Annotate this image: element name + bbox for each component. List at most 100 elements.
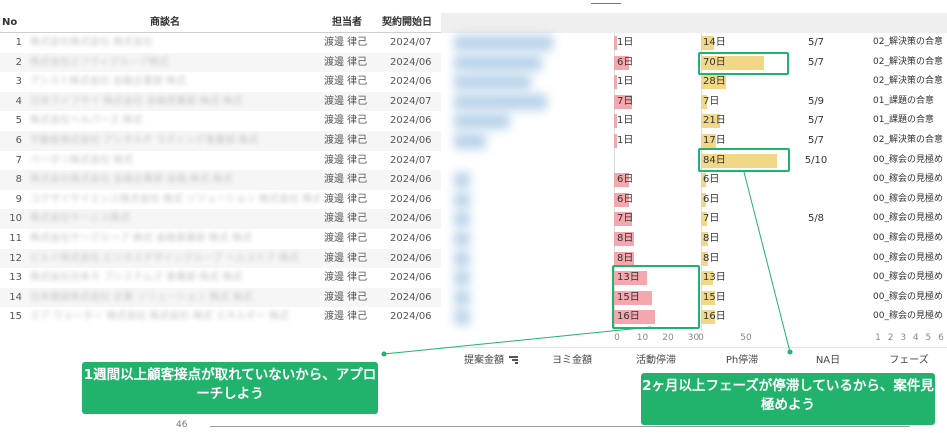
- phase-label: 01_課題の合意: [873, 115, 934, 126]
- phase-label: 00_稼会の見極め: [873, 291, 943, 302]
- activity-axis-tick: 10: [636, 333, 649, 343]
- table-row[interactable]: 1 株式会社株式会社 株式会社 渡邊 律己 2024/07 1日 14日 5/7 02_解決策…: [0, 33, 947, 53]
- header-start-date[interactable]: 契約開始日: [382, 13, 432, 33]
- top-tab-indicator: [591, 0, 621, 4]
- ph-days-label: 15日: [703, 291, 726, 303]
- highlight-ph-row-2: [698, 52, 789, 75]
- phase-axis-tick: 5: [925, 333, 932, 343]
- table-row[interactable]: 12 ビルド株式会社 ビジネスデザイングループ ヘルスケア 株式 渡邊 律己 2024…: [0, 248, 947, 269]
- table-row[interactable]: 7 ベーボリ株式会社 株式 渡邊 律己 2024/07 84日 5/10 00_稼会の見極め: [0, 151, 947, 171]
- contract-start-date: 2024/06: [390, 291, 432, 303]
- footer-yomi-amount[interactable]: ヨミ金額: [533, 348, 611, 374]
- callout-right: 2ヶ月以上フェーズが停滞しているから、案件見極めよう: [641, 373, 935, 425]
- phase-label: 00_稼会の見極め: [873, 233, 943, 243]
- table-row[interactable]: 8 株式会社株式会社 金融企業部 金融 株式 株式 渡邊 律己 2024/06 6日 6日…: [0, 170, 947, 190]
- next-action-date: 5/7: [807, 135, 825, 146]
- deal-name[interactable]: エア ウォーター 株式会社 株式会社 株式 エネルギー 株式: [30, 307, 320, 327]
- next-action-date: 5/8: [807, 213, 825, 225]
- owner-name: 渡邊 律己: [324, 213, 368, 225]
- deal-name[interactable]: 不動産株式会社 アシタルチ ラディング事業部 株式: [30, 131, 320, 151]
- deal-name[interactable]: 株式会社サービス株式: [30, 209, 320, 229]
- deal-name[interactable]: 株式会社株式会社 金融企業部 金融 株式 株式: [30, 170, 320, 190]
- table-row[interactable]: 3 アシスト株式会社 金融企業部 株式 渡邊 律己 2024/06 1日 28日 02_解決…: [0, 72, 947, 92]
- column-footer: 提案金額 ヨミ金額 活動停滞 Ph停滞 NA日 フェーズ: [441, 347, 947, 373]
- contract-start-date: 2024/07: [390, 37, 432, 48]
- next-action-date: 5/9: [807, 95, 825, 107]
- deal-name[interactable]: ベーボリ株式会社 株式: [30, 151, 320, 171]
- footer-proposal-label: 提案金額: [464, 355, 504, 366]
- table-row[interactable]: 6 不動産株式会社 アシタルチ ラディング事業部 株式 渡邊 律己 2024/06 1日…: [0, 131, 947, 151]
- sort-icon[interactable]: [509, 356, 518, 364]
- contract-start-date: 2024/07: [390, 95, 432, 107]
- table-row[interactable]: 13 株式会社日本ネ プシステムズ 事業部 株式 株式 渡邊 律己 2024/06 13…: [0, 268, 947, 288]
- activity-axis-tick: 0: [614, 333, 620, 343]
- row-number: 10: [9, 213, 22, 225]
- owner-name: 渡邊 律己: [324, 95, 368, 107]
- ph-days-label: 13日: [703, 272, 726, 284]
- phase-axis-tick: 4: [912, 333, 919, 343]
- row-number: 2: [15, 56, 22, 68]
- phase-label: 00_稼会の見極め: [873, 252, 943, 263]
- phase-axis-tick: 6: [938, 333, 944, 343]
- deal-name[interactable]: 株式会社日本ネ プシステムズ 事業部 株式 株式: [30, 268, 320, 288]
- deal-name[interactable]: 株式会社サーグループ 株式 金融事業部 株式 株式: [30, 229, 320, 249]
- owner-name: 渡邊 律己: [324, 193, 368, 205]
- footer-proposal-amount[interactable]: 提案金額: [451, 348, 531, 374]
- owner-name: 渡邊 律己: [324, 154, 368, 166]
- deal-name[interactable]: アシスト株式会社 金融企業部 株式: [30, 72, 320, 92]
- deal-name[interactable]: 日本ライフサイ 株式会社 金融営業部 株式 株式: [30, 92, 320, 112]
- contract-start-date: 2024/06: [390, 135, 432, 146]
- table-row[interactable]: 11 株式会社サーグループ 株式 金融事業部 株式 株式 渡邊 律己 2024/06 8…: [0, 229, 947, 249]
- ph-days-label: 7日: [703, 95, 720, 107]
- footer-activity-stagnation[interactable]: 活動停滞: [613, 348, 699, 374]
- ph-days-label: 14日: [703, 37, 726, 48]
- owner-name: 渡邊 律己: [324, 311, 368, 323]
- owner-name: 渡邊 律己: [324, 252, 368, 264]
- owner-name: 渡邊 律己: [324, 174, 368, 186]
- ph-days-label: 21日: [703, 115, 726, 127]
- table-row[interactable]: 14 日本建設株式会社 企業 ソリューション 株式 株式 渡邊 律己 2024/06 1…: [0, 287, 947, 308]
- table-row[interactable]: 2 株式会社エフティグループ株式 渡邊 律己 2024/06 6日 70日 5/7 02_解決…: [0, 52, 947, 73]
- deal-name[interactable]: コクサイサイエンス株式会社 株式 ソリューション 株式会社 株式: [30, 190, 320, 210]
- owner-name: 渡邊 律己: [324, 272, 368, 284]
- header-no[interactable]: No: [2, 13, 17, 33]
- activity-days-label: 8日: [617, 233, 634, 244]
- phase-label: 01_課題の合意: [873, 95, 934, 106]
- deal-name[interactable]: 株式会社エフティグループ株式: [30, 53, 320, 73]
- row-number: 13: [9, 272, 22, 284]
- table-row[interactable]: 10 株式会社サービス株式 渡邊 律己 2024/06 7日 7日 5/8 00_稼会の見極め: [0, 209, 947, 229]
- header-owner[interactable]: 担当者: [332, 13, 362, 33]
- header-deal-name[interactable]: 商談名: [150, 13, 180, 33]
- left-callout-dot: [381, 351, 387, 357]
- table-row[interactable]: 4 日本ライフサイ 株式会社 金融営業部 株式 株式 渡邊 律己 2024/07 7日 7…: [0, 91, 947, 112]
- highlight-ph-row-7: [698, 148, 790, 172]
- owner-name: 渡邊 律己: [324, 135, 368, 146]
- phase-label: 00_稼会の見極め: [873, 174, 943, 185]
- phase-label: 00_稼会の見極め: [873, 154, 943, 165]
- deal-name[interactable]: 日本建設株式会社 企業 ソリューション 株式 株式: [30, 288, 320, 308]
- activity-days-label: 1日: [617, 37, 634, 48]
- activity-days-label: 7日: [617, 213, 634, 225]
- table-row[interactable]: 9 コクサイサイエンス株式会社 株式 ソリューション 株式会社 株式 渡邊 律己 20…: [0, 190, 947, 210]
- page-number: 46: [176, 420, 188, 430]
- deal-name[interactable]: ビルド株式会社 ビジネスデザイングループ ヘルスケア 株式: [30, 249, 320, 269]
- phase-label: 02_解決策の合意: [873, 135, 943, 145]
- contract-start-date: 2024/06: [390, 193, 432, 205]
- owner-name: 渡邊 律己: [324, 76, 368, 88]
- row-number: 14: [9, 291, 22, 303]
- activity-days-label: 7日: [617, 95, 634, 107]
- deal-name[interactable]: 株式会社ヘルパーズ 株式: [30, 111, 320, 131]
- phase-label: 00_稼会の見極め: [873, 193, 943, 204]
- row-number: 12: [9, 252, 22, 264]
- table-row[interactable]: 15 エア ウォーター 株式会社 株式会社 株式 エネルギー 株式 渡邊 律己 202…: [0, 307, 947, 327]
- ph-days-label: 7日: [703, 213, 720, 225]
- next-action-date: 5/7: [807, 56, 825, 68]
- ph-days-label: 6日: [703, 174, 720, 186]
- table-row[interactable]: 5 株式会社ヘルパーズ 株式 渡邊 律己 2024/06 1日 21日 5/7 01_課題の合…: [0, 111, 947, 131]
- footer-phase[interactable]: フェーズ: [871, 348, 947, 374]
- footer-na-date[interactable]: NA日: [785, 348, 871, 374]
- footer-ph-stagnation[interactable]: Ph停滞: [699, 348, 785, 374]
- ph-axis-tick: 0: [698, 333, 704, 343]
- phase-axis-tick: 3: [900, 333, 907, 343]
- deal-name[interactable]: 株式会社株式会社 株式会社: [30, 33, 320, 53]
